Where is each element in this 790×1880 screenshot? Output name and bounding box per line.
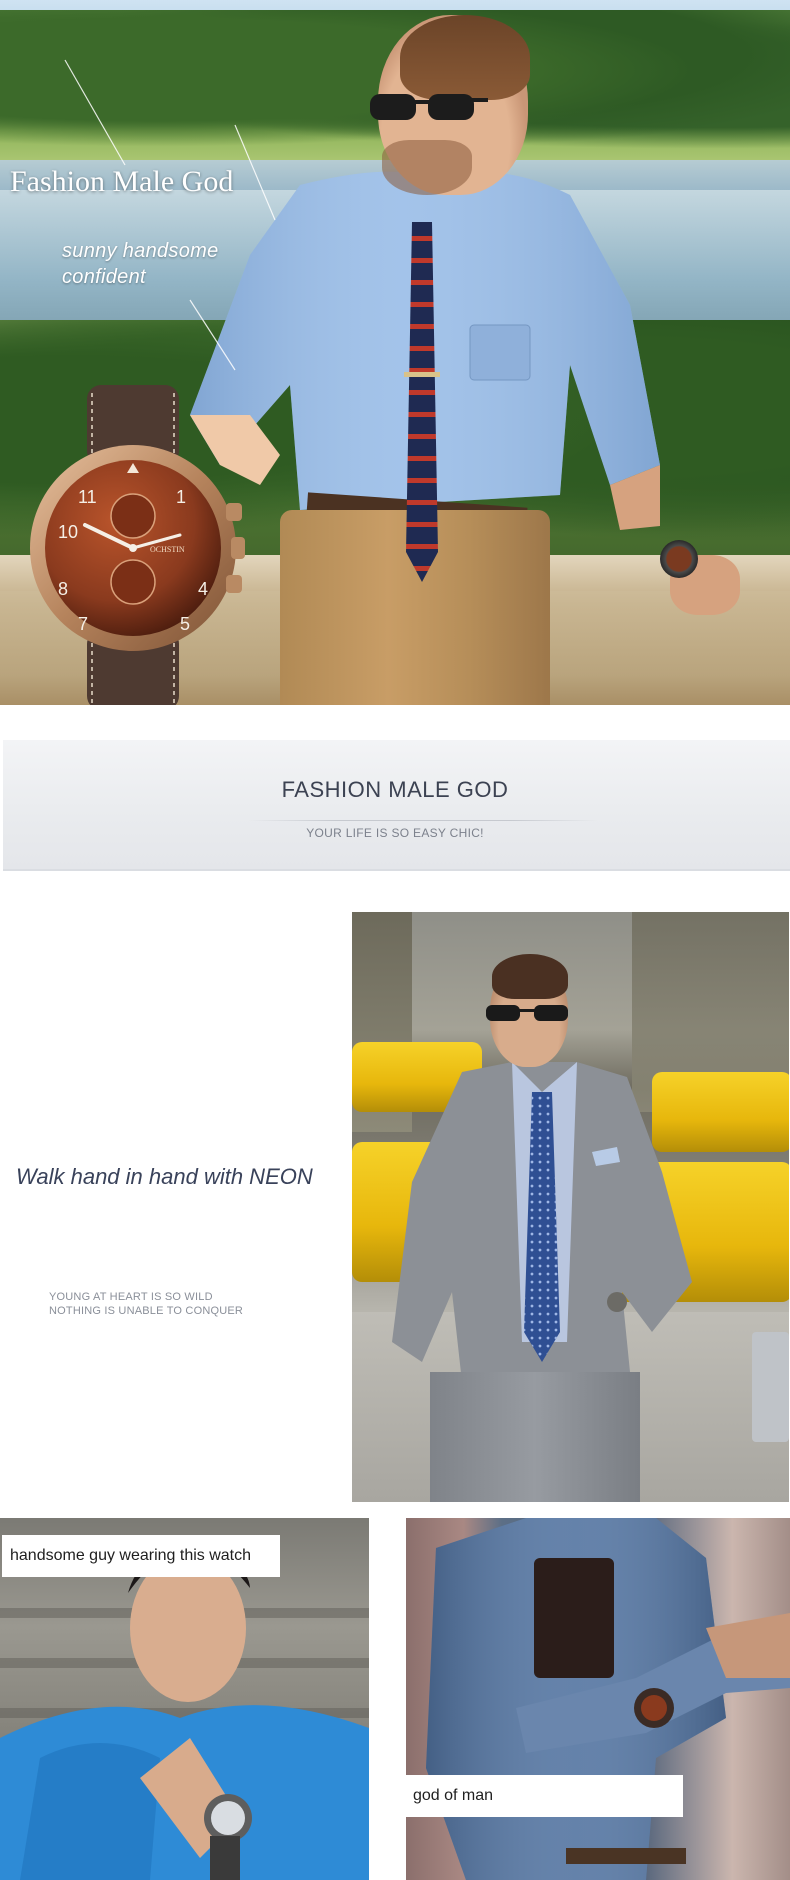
hero-subtitle-line1: sunny handsome: [62, 240, 219, 262]
neon-heading: Walk hand in hand with NEON: [16, 1164, 313, 1189]
sunglasses-icon: [370, 94, 488, 120]
grey-suit-trousers: [430, 1372, 640, 1502]
section-banner: [3, 740, 790, 870]
street-bollard: [752, 1332, 789, 1442]
banner-title: FASHION MALE GOD: [281, 777, 509, 802]
grey-suit-jacket: [392, 1062, 692, 1392]
photo-tile-right: [406, 1518, 790, 1880]
man-denim-shirt-photo: [426, 1518, 790, 1880]
hero-banner: Fashion Male God sunny handsome confiden…: [0, 0, 790, 705]
caption-left: handsome guy wearing this watch: [2, 1535, 280, 1577]
banner-subtitle: YOUR LIFE IS SO EASY CHIC!: [306, 826, 484, 840]
hero-subtitle: sunny handsome confident: [62, 238, 219, 290]
dial-number: 11: [78, 487, 97, 507]
neon-quote-line1: YOUNG AT HEART IS SO WILD: [49, 1291, 213, 1303]
dial-number: 1: [176, 487, 186, 507]
sunglasses-icon: [486, 1005, 568, 1021]
wrist-watch-icon: [660, 540, 698, 578]
neon-quote: YOUNG AT HEART IS SO WILD NOTHING IS UNA…: [49, 1290, 243, 1318]
caption-right: god of man: [405, 1775, 683, 1817]
hero-subtitle-line2: confident: [62, 266, 146, 288]
dial-number: 5: [180, 614, 190, 634]
dial-number: 10: [58, 522, 78, 542]
hero-title: Fashion Male God: [10, 165, 234, 198]
dial-number: 4: [198, 579, 208, 599]
city-street-photo: [352, 912, 789, 1502]
striped-tie: [404, 222, 440, 582]
dial-number: 7: [78, 614, 88, 634]
dial-number: 8: [58, 579, 68, 599]
man-beard: [382, 140, 472, 195]
banner-divider: [248, 820, 598, 821]
banner-underline: [3, 869, 790, 871]
chronograph-watch-icon: OCHSTIN 11 1 10 8 7 5 4: [30, 385, 245, 705]
watch-brand-label: OCHSTIN: [150, 545, 185, 554]
man-hair: [492, 954, 568, 999]
neon-quote-line2: NOTHING IS UNABLE TO CONQUER: [49, 1305, 244, 1317]
